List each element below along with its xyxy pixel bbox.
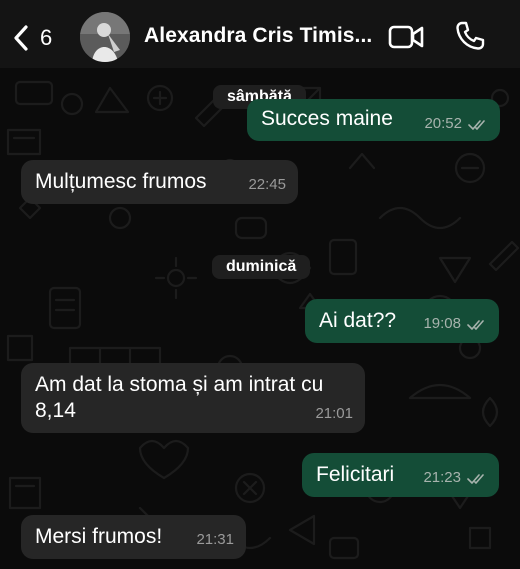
message-meta: 21:23	[423, 469, 487, 488]
message-time: 21:31	[196, 531, 234, 549]
phone-icon	[456, 21, 485, 50]
video-camera-icon	[388, 25, 424, 49]
avatar[interactable]	[80, 12, 130, 62]
message-incoming[interactable]: Am dat la stoma și am intrat cu 8,14 21:…	[21, 363, 365, 433]
message-meta: 21:31	[196, 531, 234, 550]
message-meta: 22:45	[248, 176, 286, 195]
date-label: duminică	[226, 258, 297, 275]
message-outgoing[interactable]: Felicitari 21:23	[302, 453, 499, 497]
message-meta: 21:01	[315, 405, 353, 424]
message-time: 21:23	[423, 469, 461, 487]
back-button[interactable]: 6	[12, 22, 58, 54]
message-meta: 20:52	[424, 115, 488, 134]
double-check-icon	[467, 473, 484, 484]
double-check-icon	[468, 119, 485, 130]
chat-header: 6 Alexandra Cris Timis...	[0, 0, 520, 68]
voice-call-button[interactable]	[455, 21, 485, 56]
double-check-icon	[467, 319, 484, 330]
message-text: Ai dat??	[319, 309, 397, 332]
video-call-button[interactable]	[388, 24, 424, 55]
chevron-left-icon	[14, 25, 28, 51]
message-time: 21:01	[315, 405, 353, 423]
message-meta: 19:08	[423, 315, 487, 334]
message-outgoing[interactable]: Ai dat?? 19:08	[305, 299, 499, 343]
message-text: Felicitari	[316, 463, 395, 486]
message-text: Succes maine	[261, 107, 393, 130]
chat-area: sâmbătă Succes maine 20:52 Mulțumesc fru…	[0, 68, 520, 569]
message-text: Mersi frumos!	[35, 525, 163, 548]
message-time: 20:52	[424, 115, 462, 133]
contact-name[interactable]: Alexandra Cris Timis...	[144, 24, 372, 48]
message-time: 19:08	[423, 315, 461, 333]
message-time: 22:45	[248, 176, 286, 194]
message-incoming[interactable]: Mulțumesc frumos 22:45	[21, 160, 298, 204]
message-outgoing[interactable]: Succes maine 20:52	[247, 99, 500, 141]
unread-count: 6	[40, 25, 53, 50]
message-text: Mulțumesc frumos	[35, 170, 207, 193]
date-separator: duminică	[212, 255, 311, 279]
message-incoming[interactable]: Mersi frumos! 21:31	[21, 515, 246, 559]
